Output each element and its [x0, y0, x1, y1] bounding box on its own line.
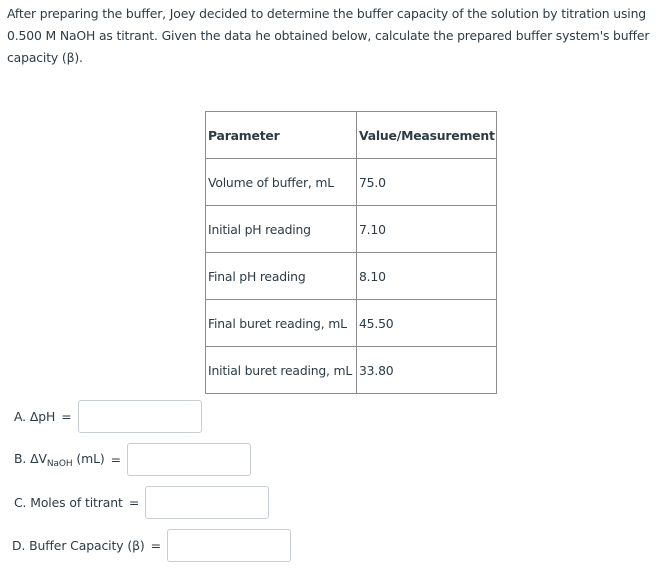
moles-titrant-input[interactable] [145, 486, 270, 519]
equals-sign: = [128, 495, 140, 510]
answer-row-buffer-capacity: D. Buffer Capacity (β) = [12, 529, 292, 562]
delta-ph-input[interactable] [77, 400, 202, 433]
table-header-value: Value/Measurement [356, 111, 497, 159]
table-row: Initial buret reading, mL 33.80 [205, 346, 497, 394]
answer-row-delta-v-naoh: B. ΔVNaOH (mL) = [14, 443, 252, 476]
table-cell-parameter: Final pH reading [205, 252, 357, 300]
data-table: Parameter Value/Measurement Volume of bu… [205, 111, 497, 394]
label-suffix: (mL) [72, 450, 105, 466]
table-row: Volume of buffer, mL 75.0 [205, 158, 497, 206]
table-row: Initial pH reading 7.10 [205, 205, 497, 253]
answer-label-buffer-capacity: D. Buffer Capacity (β) [12, 538, 145, 553]
answer-label-delta-ph: A. ΔpH [14, 409, 56, 424]
answer-label-moles-titrant: C. Moles of titrant [14, 495, 123, 510]
table-cell-parameter: Volume of buffer, mL [205, 158, 357, 206]
answer-label-delta-v-naoh: B. ΔVNaOH (mL) [14, 451, 105, 469]
table-cell-value: 45.50 [356, 299, 497, 347]
table-row: Final pH reading 8.10 [205, 252, 497, 300]
table-header-row: Parameter Value/Measurement [205, 111, 497, 159]
table-cell-value: 33.80 [356, 346, 497, 394]
equals-sign: = [150, 538, 162, 553]
equals-sign: = [110, 452, 122, 467]
table-cell-value: 8.10 [356, 252, 497, 300]
buffer-capacity-input[interactable] [167, 529, 292, 562]
question-text: After preparing the buffer, Joey decided… [7, 6, 650, 65]
table-cell-parameter: Initial pH reading [205, 205, 357, 253]
table-row: Final buret reading, mL 45.50 [205, 299, 497, 347]
label-prefix: B. ΔV [14, 450, 47, 466]
answer-row-moles-titrant: C. Moles of titrant = [14, 486, 270, 519]
table-cell-value: 75.0 [356, 158, 497, 206]
equals-sign: = [61, 409, 72, 424]
answer-row-delta-ph: A. ΔpH = [14, 400, 202, 433]
table-cell-parameter: Initial buret reading, mL [205, 346, 357, 394]
table-cell-parameter: Final buret reading, mL [205, 299, 357, 347]
delta-v-naoh-input[interactable] [127, 443, 252, 476]
table-cell-value: 7.10 [356, 205, 497, 253]
label-subscript: NaOH [46, 458, 73, 469]
table-header-parameter: Parameter [205, 111, 357, 159]
